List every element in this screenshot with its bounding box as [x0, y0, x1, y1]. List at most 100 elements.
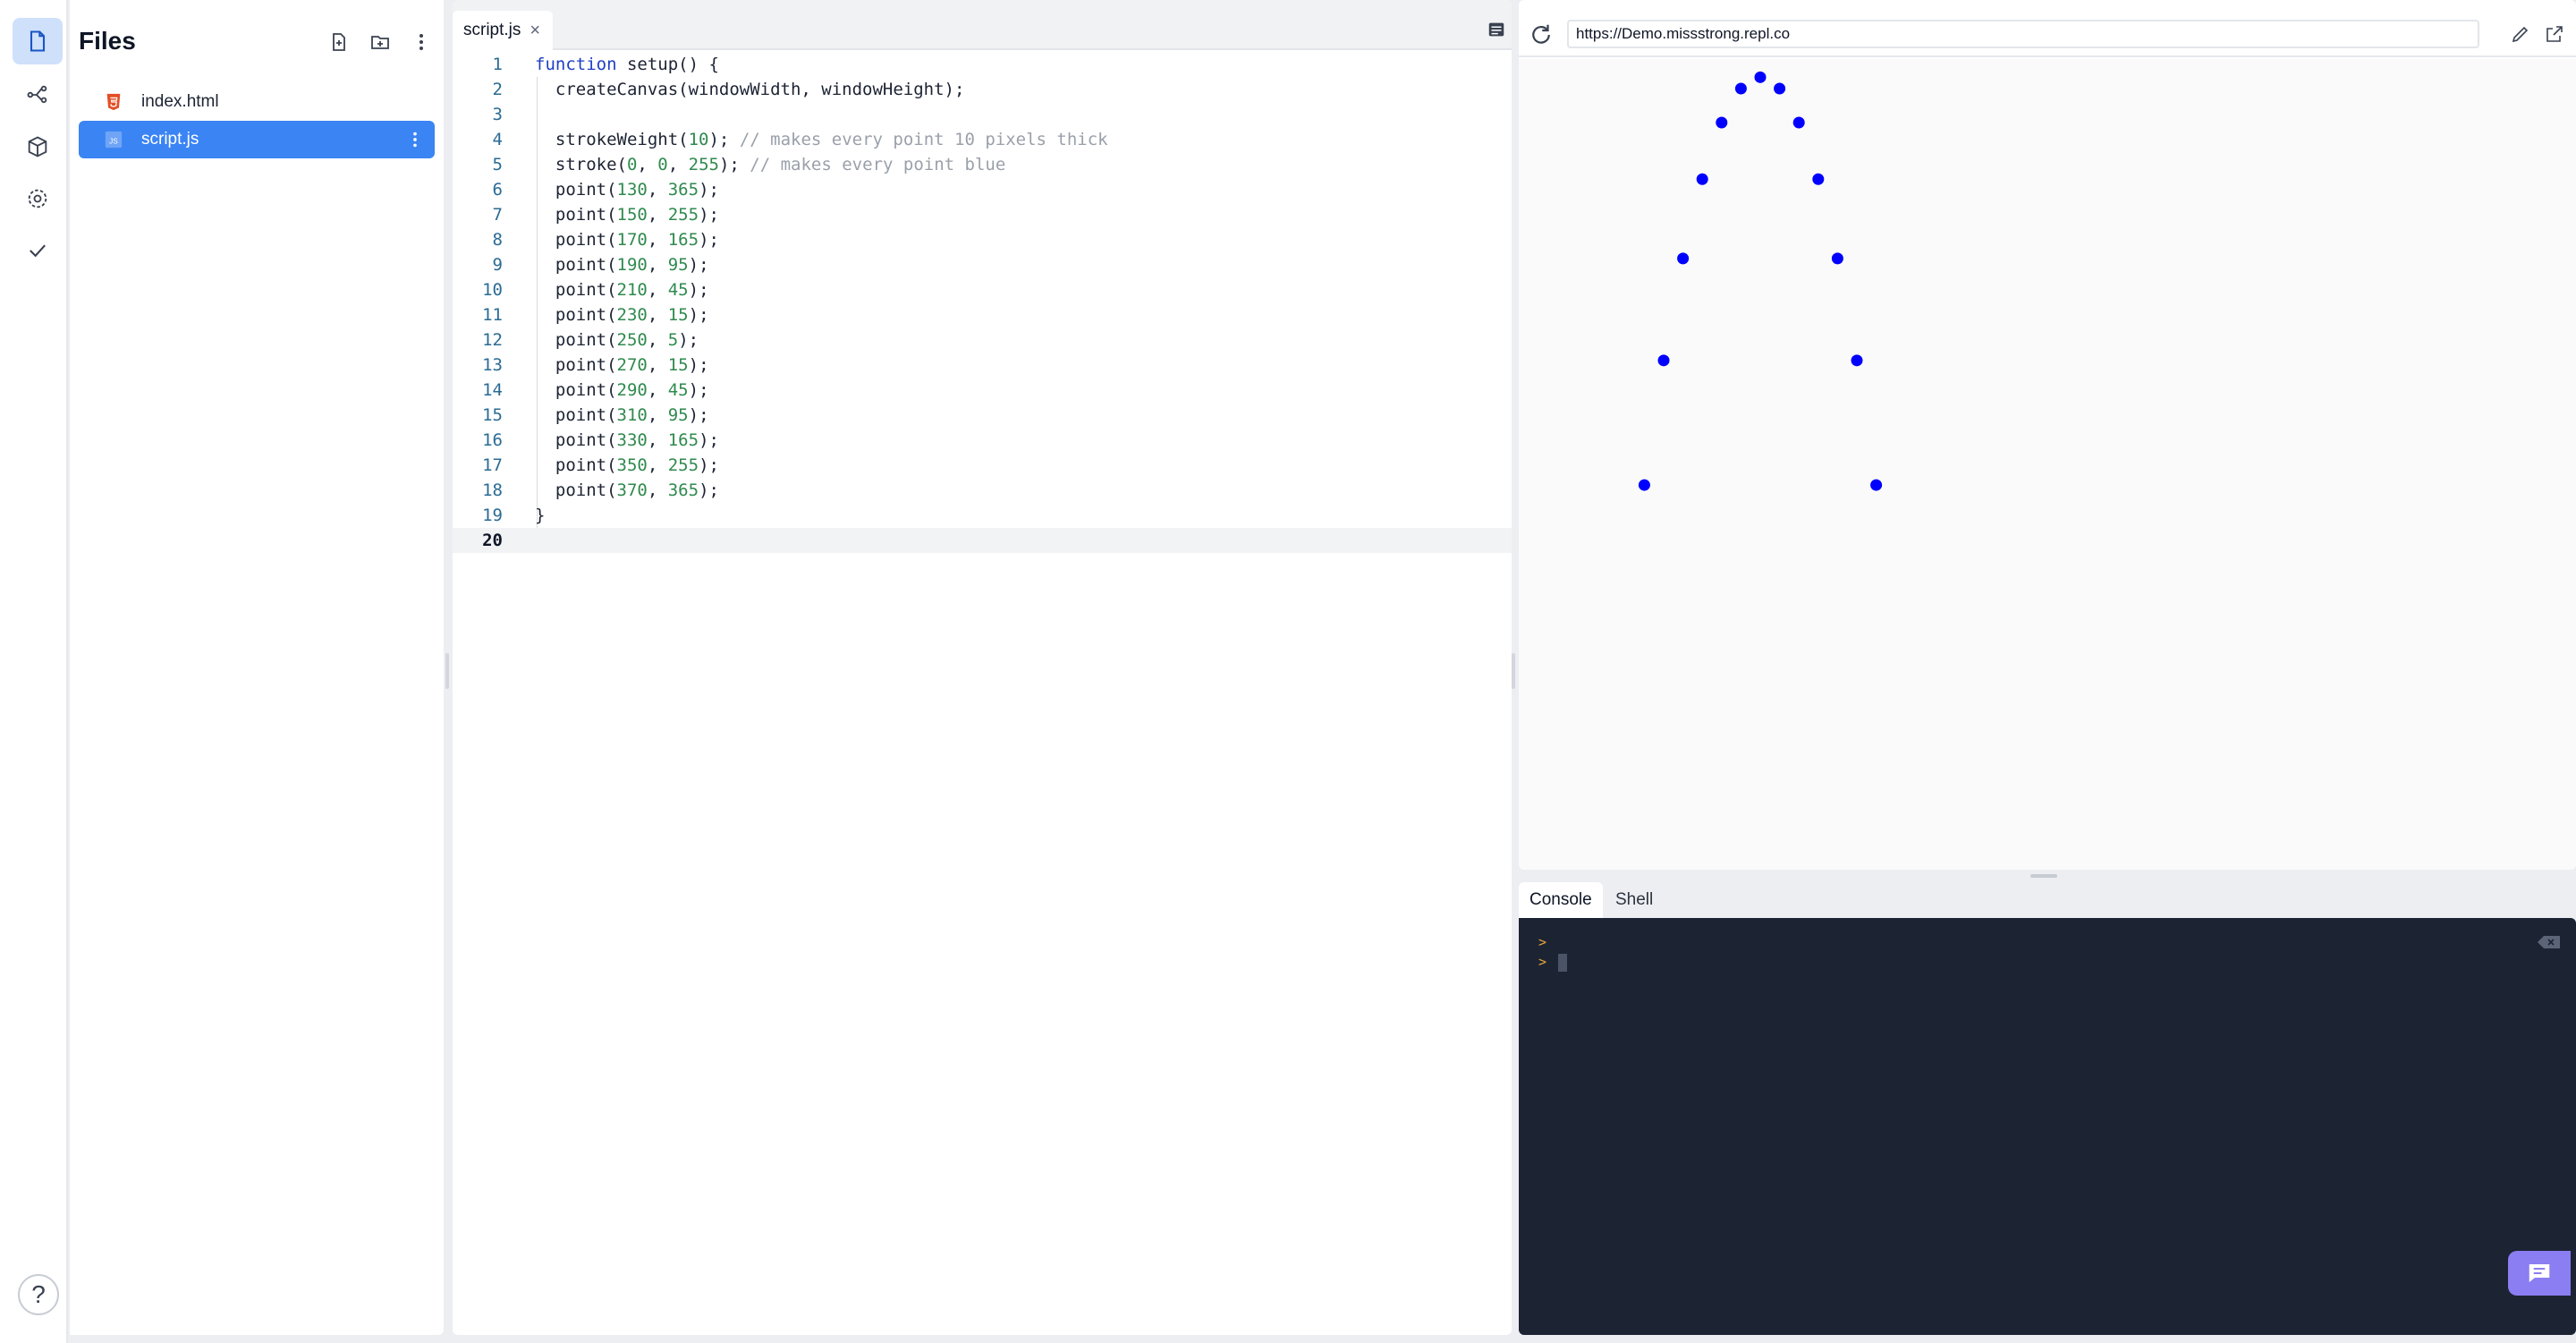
pencil-icon[interactable]	[2510, 23, 2531, 45]
line-number: 18	[482, 480, 503, 500]
files-panel-title: Files	[79, 27, 136, 55]
code-text: point(130, 365);	[535, 180, 719, 200]
file-item-script-js[interactable]: JS script.js	[79, 121, 435, 158]
code-text: point(370, 365);	[535, 480, 719, 500]
editor-menu-icon[interactable]	[1487, 20, 1506, 39]
line-number: 8	[492, 230, 503, 250]
canvas-point	[1734, 82, 1747, 95]
code-line: 9 point(190, 95);	[453, 252, 1512, 277]
code-text: point(190, 95);	[535, 255, 709, 275]
canvas-point	[1812, 173, 1825, 185]
canvas-point	[1677, 252, 1690, 265]
code-line: 17 point(350, 255);	[453, 453, 1512, 478]
code-text: point(170, 165);	[535, 230, 719, 250]
code-text: point(270, 15);	[535, 355, 709, 375]
files-tool-button[interactable]	[13, 18, 63, 64]
line-number: 20	[482, 531, 503, 550]
code-text: point(250, 5);	[535, 330, 699, 350]
code-line: 15 point(310, 95);	[453, 403, 1512, 428]
canvas-point	[1851, 354, 1863, 367]
file-more-button[interactable]	[404, 128, 426, 151]
code-line: 10 point(210, 45);	[453, 277, 1512, 302]
canvas-point	[1831, 252, 1843, 265]
file-item-index-html[interactable]: index.html	[79, 83, 435, 121]
code-line: 7 point(150, 255);	[453, 202, 1512, 227]
files-icon	[30, 30, 46, 52]
code-text: point(210, 45);	[535, 280, 709, 300]
checks-tool-button[interactable]	[13, 227, 63, 274]
code-text: function setup() {	[535, 55, 719, 74]
canvas-point	[1696, 173, 1708, 185]
code-text: stroke(0, 0, 255); // makes every point …	[535, 155, 1006, 174]
new-file-button[interactable]	[324, 27, 354, 57]
html5-icon	[100, 89, 127, 115]
canvas-point	[1754, 71, 1767, 83]
files-more-button[interactable]	[406, 27, 436, 57]
code-editor: script.js × 1 function setup() { 2 createC…	[453, 0, 1512, 1335]
canvas-point	[1870, 479, 1883, 491]
panel-resize-handle[interactable]	[445, 653, 449, 689]
line-number: 19	[482, 506, 503, 525]
tab-script-js[interactable]: script.js ×	[453, 11, 553, 50]
line-number: 11	[482, 305, 503, 325]
line-number: 16	[482, 430, 503, 450]
more-vertical-icon	[419, 34, 423, 50]
file-name: script.js	[141, 130, 199, 149]
replit-workspace: ? Files index.html JS script.js script.j…	[0, 0, 2576, 1343]
js-file-icon: JS	[100, 126, 127, 153]
file-name: index.html	[141, 92, 219, 111]
line-number: 14	[482, 380, 503, 400]
settings-icon	[28, 189, 47, 208]
open-external-icon[interactable]	[2544, 23, 2565, 45]
help-icon: ?	[31, 1280, 46, 1308]
settings-tool-button[interactable]	[13, 175, 63, 222]
code-line: 4 strokeWeight(10); // makes every point…	[453, 127, 1512, 152]
tab-shell[interactable]: Shell	[1605, 882, 1664, 918]
tab-console[interactable]: Console	[1519, 882, 1603, 918]
code-line: 12 point(250, 5);	[453, 327, 1512, 353]
activity-bar: ?	[0, 0, 68, 1343]
console-panel[interactable]: > >	[1519, 918, 2576, 1335]
code-line: 3	[453, 102, 1512, 127]
line-number: 4	[492, 130, 503, 149]
packages-tool-button[interactable]	[13, 123, 63, 170]
reload-icon[interactable]	[1528, 21, 1555, 48]
code-line: 11 point(230, 15);	[453, 302, 1512, 327]
chat-icon	[2529, 1264, 2550, 1282]
code-text: createCanvas(windowWidth, windowHeight);	[535, 80, 965, 99]
webview-toolbar: https://Demo.missstrong.repl.co	[1519, 16, 2576, 57]
console-tab-bar: Console Shell	[1519, 882, 2576, 918]
canvas-drawing	[1638, 71, 1883, 491]
webview-panel: https://Demo.missstrong.repl.co	[1519, 0, 2576, 870]
code-line: 1 function setup() {	[453, 52, 1512, 77]
new-file-icon	[333, 33, 345, 51]
code-text: point(150, 255);	[535, 205, 719, 225]
code-line: 13 point(270, 15);	[453, 353, 1512, 378]
code-line: 18 point(370, 365);	[453, 478, 1512, 503]
editor-tab-bar: script.js ×	[453, 0, 1512, 50]
clear-console-icon[interactable]	[2537, 934, 2562, 950]
new-folder-button[interactable]	[365, 27, 395, 57]
chat-button[interactable]	[2508, 1251, 2571, 1296]
line-number: 1	[492, 55, 503, 74]
check-icon	[30, 244, 46, 258]
code-line: 20	[453, 528, 1512, 553]
p5-canvas[interactable]	[1519, 59, 2576, 870]
close-icon[interactable]: ×	[530, 21, 540, 41]
line-number: 2	[492, 80, 503, 99]
code-line: 16 point(330, 165);	[453, 428, 1512, 453]
line-number: 10	[482, 280, 503, 300]
vertical-resize-handle[interactable]	[2030, 874, 2057, 878]
code-text: }	[535, 506, 546, 525]
line-number: 9	[492, 255, 503, 275]
code-area[interactable]: 1 function setup() { 2 createCanvas(window…	[453, 52, 1512, 553]
svg-text:JS: JS	[109, 138, 118, 146]
url-field[interactable]: https://Demo.missstrong.repl.co	[1567, 20, 2479, 48]
help-button[interactable]: ?	[18, 1274, 59, 1315]
version-control-tool-button[interactable]	[13, 72, 63, 118]
panel-resize-handle[interactable]	[1512, 653, 1515, 689]
console-prompt: >	[1538, 934, 1547, 950]
console-cursor	[1558, 954, 1567, 972]
more-vertical-icon	[413, 132, 417, 148]
code-text: point(330, 165);	[535, 430, 719, 450]
